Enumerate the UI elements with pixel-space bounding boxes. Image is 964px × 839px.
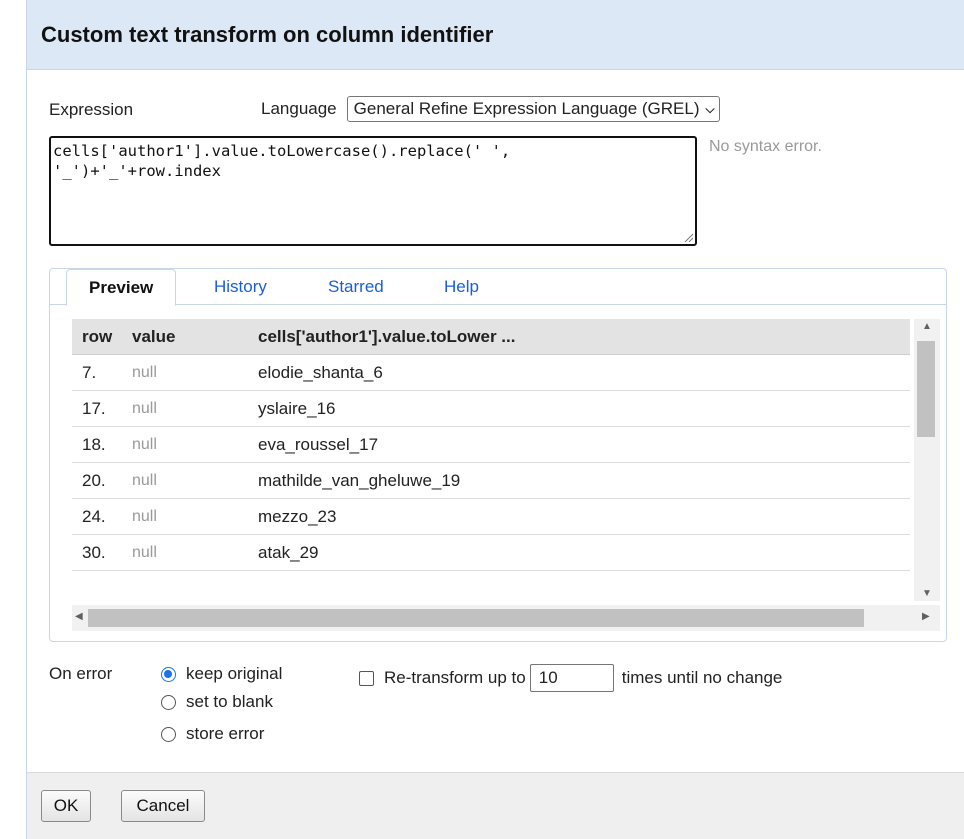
row-value: null (132, 471, 157, 489)
dialog-header: Custom text transform on column identifi… (27, 0, 964, 70)
tab-help[interactable]: Help (444, 269, 479, 305)
dialog-title: Custom text transform on column identifi… (41, 21, 494, 47)
horizontal-scrollbar[interactable]: ◀ ▶ (72, 605, 940, 631)
table-row: 18. null eva_roussel_17 (72, 427, 910, 463)
tab-starred[interactable]: Starred (328, 269, 384, 305)
cancel-button[interactable]: Cancel (121, 790, 205, 822)
row-index: 30. (82, 542, 106, 562)
horizontal-scroll-thumb[interactable] (88, 609, 864, 627)
row-value: null (132, 363, 157, 381)
retransform-count-input[interactable]: 10 (529, 664, 614, 692)
vertical-scrollbar[interactable]: ▲ ▼ (914, 319, 940, 601)
row-index: 17. (82, 398, 106, 418)
radio-set-to-blank[interactable]: set to blank (161, 692, 273, 712)
radio-icon[interactable] (161, 694, 176, 710)
scroll-left-icon[interactable]: ◀ (75, 611, 83, 622)
table-row: 24. null mezzo_23 (72, 499, 910, 535)
table-row: 17. null yslaire_16 (72, 391, 910, 427)
table-row: 7. null elodie_shanta_6 (72, 355, 910, 391)
row-value: null (132, 507, 157, 525)
radio-label: store error (186, 724, 265, 743)
radio-icon[interactable] (161, 726, 176, 742)
ok-button[interactable]: OK (41, 790, 91, 822)
expression-code: cells['author1'].value.toLowercase().rep… (53, 142, 511, 180)
retransform-suffix: times until no change (621, 668, 783, 687)
tab-history[interactable]: History (214, 269, 267, 305)
on-error-label: On error (49, 664, 113, 683)
table-header-row: row value cells['author1'].value.toLower… (72, 319, 910, 355)
vertical-scroll-thumb[interactable] (917, 341, 935, 437)
preview-grid: row value cells['author1'].value.toLower… (72, 319, 940, 635)
scroll-down-icon[interactable]: ▼ (922, 588, 932, 599)
row-result: eva_roussel_17 (258, 434, 379, 454)
row-value: null (132, 399, 157, 417)
column-header-row: row (82, 326, 113, 346)
row-result: yslaire_16 (258, 398, 336, 418)
language-select[interactable]: General Refine Expression Language (GREL… (346, 96, 720, 122)
table-row: 20. null mathilde_van_gheluwe_19 (72, 463, 910, 499)
row-value: null (132, 543, 157, 561)
row-index: 24. (82, 506, 106, 526)
column-header-value: value (132, 326, 176, 346)
radio-label: set to blank (186, 692, 273, 711)
row-value: null (132, 435, 157, 453)
tabs-panel: Preview History Starred Help row value c… (49, 268, 947, 642)
chevron-down-icon: ⌵ (705, 101, 715, 116)
radio-selected-icon[interactable] (161, 666, 176, 682)
language-group: Language General Refine Expression Langu… (261, 96, 720, 122)
row-result: elodie_shanta_6 (258, 362, 383, 382)
radio-store-error[interactable]: store error (161, 724, 264, 744)
row-result: mezzo_23 (258, 506, 337, 526)
scroll-up-icon[interactable]: ▲ (922, 321, 932, 332)
preview-table: row value cells['author1'].value.toLower… (72, 319, 910, 601)
row-index: 18. (82, 434, 106, 454)
tab-preview[interactable]: Preview (66, 269, 177, 306)
row-index: 7. (82, 362, 97, 382)
retransform-label: Re-transform up to (384, 668, 526, 687)
expression-label: Expression (49, 100, 134, 119)
language-label: Language (261, 99, 337, 118)
column-header-result: cells['author1'].value.toLower ... (258, 326, 516, 346)
retransform-checkbox[interactable] (359, 670, 374, 686)
tab-bar: Preview History Starred Help (50, 269, 946, 306)
resize-handle-icon[interactable] (683, 232, 693, 242)
syntax-status: No syntax error. (709, 138, 822, 155)
expression-header-row: Expression Language General Refine Expre… (49, 96, 944, 124)
row-result: atak_29 (258, 542, 319, 562)
background-edge (0, 0, 26, 839)
expression-textarea[interactable]: cells['author1'].value.toLowercase().rep… (49, 136, 697, 246)
table-row: 30. null atak_29 (72, 535, 910, 571)
dialog-footer: OK Cancel (27, 772, 964, 839)
row-index: 20. (82, 470, 106, 490)
language-select-value: General Refine Expression Language (GREL… (353, 99, 700, 118)
row-result: mathilde_van_gheluwe_19 (258, 470, 461, 490)
transform-dialog: Custom text transform on column identifi… (26, 0, 964, 839)
retransform-group: Re-transform up to 10 times until no cha… (359, 664, 782, 692)
radio-label: keep original (186, 664, 283, 683)
scroll-right-icon[interactable]: ▶ (922, 611, 930, 622)
radio-keep-original[interactable]: keep original (161, 664, 282, 684)
